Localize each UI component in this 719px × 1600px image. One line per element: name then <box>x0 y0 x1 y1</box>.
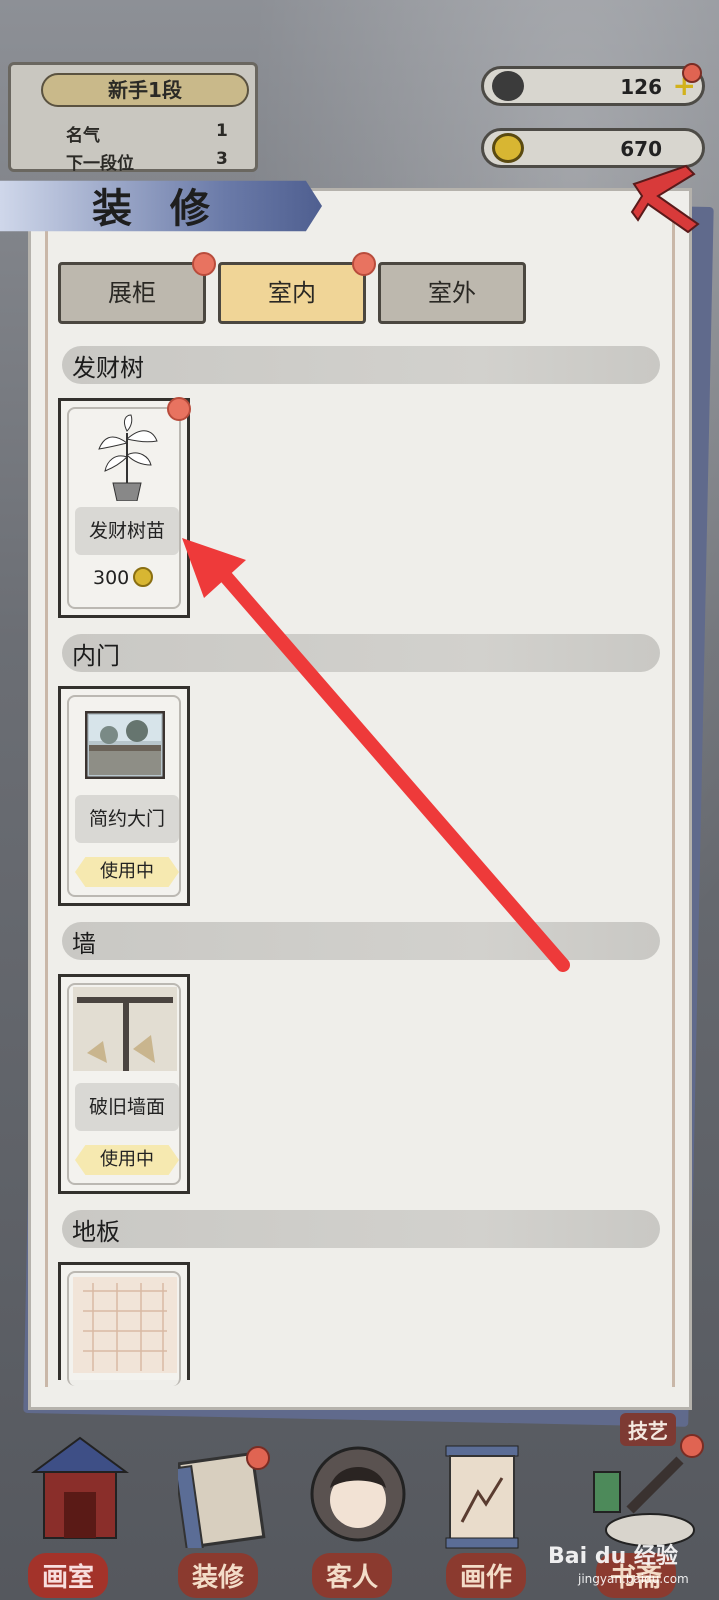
rank-scroll[interactable]: 新手1段 名气 1 下一段位 3 <box>8 62 258 174</box>
ink-value: 126 <box>620 75 662 99</box>
fame-label: 名气 <box>66 126 100 146</box>
coin-icon <box>492 133 524 163</box>
watermark-logo: Bai du 经验 <box>548 1544 678 1569</box>
next-rank-label: 下一段位 <box>66 154 134 174</box>
ink-swirl-icon <box>492 71 524 101</box>
item-card-old-wall[interactable]: 破旧墙面 使用中 <box>58 974 190 1194</box>
watermark-url: jingyan.baidu.com <box>578 1572 689 1586</box>
study-badge <box>680 1434 704 1458</box>
section-title-floor: 地板 <box>72 1218 120 1246</box>
item-name: 简约大门 <box>75 795 179 843</box>
tab-interior[interactable]: 室内 <box>218 262 366 324</box>
panel-title: 装 修 <box>92 185 222 232</box>
potted-plant-icon <box>98 414 158 501</box>
section-bar <box>62 346 660 384</box>
nav-studio[interactable]: 画室 <box>28 1553 109 1598</box>
nav-guests[interactable]: 客人 <box>312 1553 393 1598</box>
new-item-badge <box>167 397 191 421</box>
door-scene-icon <box>85 711 165 779</box>
section-title-wall: 墙 <box>72 930 96 958</box>
nav-artwork-label: 画作 <box>446 1553 527 1598</box>
section-title-money-tree: 发财树 <box>72 354 144 382</box>
item-card-floor[interactable] <box>58 1262 190 1386</box>
fame-value: 1 <box>216 121 228 141</box>
item-price: 300 <box>93 567 154 589</box>
skill-button[interactable]: 技艺 <box>620 1413 676 1446</box>
tab-exterior[interactable]: 室外 <box>378 262 526 324</box>
in-use-badge: 使用中 <box>75 1145 179 1175</box>
fame-row: 名气 1 <box>66 121 228 146</box>
nav-artwork[interactable]: 画作 <box>446 1553 527 1598</box>
price-value: 300 <box>93 567 130 589</box>
decoration-badge <box>246 1446 270 1470</box>
tab-showcase[interactable]: 展柜 <box>58 262 206 324</box>
item-name: 破旧墙面 <box>75 1083 179 1131</box>
study-tools-icon <box>593 1456 695 1547</box>
studio-building-icon <box>30 1436 130 1539</box>
item-name: 发财树苗 <box>75 507 179 555</box>
item-card-simple-door[interactable]: 简约大门 使用中 <box>58 686 190 906</box>
close-icon[interactable] <box>628 160 704 236</box>
rank-title: 新手1段 <box>41 73 249 107</box>
next-rank-row: 下一段位 3 <box>66 149 228 174</box>
guest-portrait-icon <box>310 1446 406 1542</box>
ink-resource[interactable]: 126 + <box>481 63 705 106</box>
item-card-money-tree[interactable]: 发财树苗 300 <box>58 397 191 618</box>
in-use-badge: 使用中 <box>75 857 179 887</box>
artwork-scroll-icon <box>445 1445 519 1549</box>
notification-dot <box>682 63 702 83</box>
coin-icon <box>133 567 154 587</box>
section-bar <box>62 1210 660 1248</box>
nav-studio-label: 画室 <box>28 1553 109 1598</box>
tab-interior-badge <box>352 252 376 276</box>
section-title-inner-door: 内门 <box>72 642 120 670</box>
tab-showcase-badge <box>192 252 216 276</box>
coin-value: 670 <box>620 137 662 161</box>
nav-decoration[interactable]: 装修 <box>178 1553 259 1598</box>
floor-texture-icon <box>73 1277 177 1373</box>
next-rank-value: 3 <box>216 149 228 169</box>
nav-decoration-label: 装修 <box>178 1553 259 1598</box>
section-bar <box>62 922 660 960</box>
wall-texture-icon <box>73 987 177 1071</box>
section-bar <box>62 634 660 672</box>
nav-guests-label: 客人 <box>312 1553 393 1598</box>
